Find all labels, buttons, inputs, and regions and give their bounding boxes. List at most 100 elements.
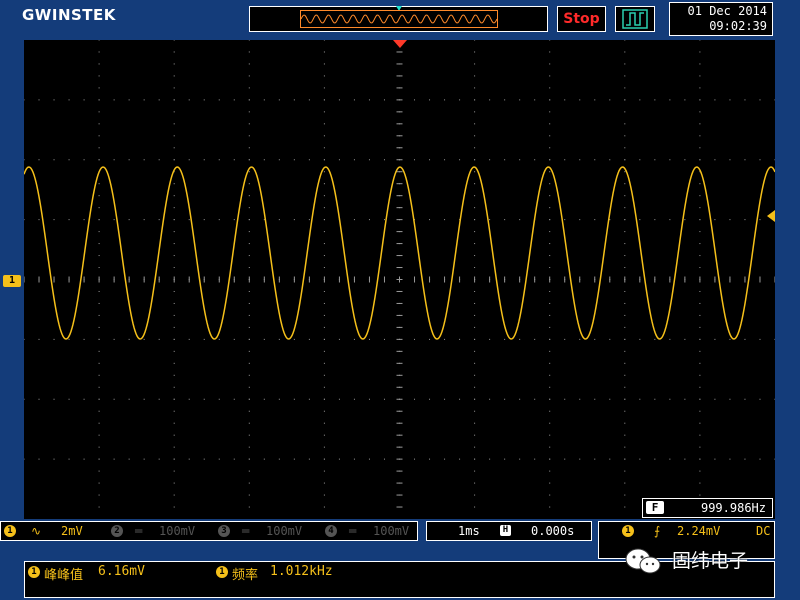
grid-dot — [549, 207, 551, 209]
ch4-indicator[interactable]: 4 — [325, 525, 337, 537]
timebase-scale[interactable]: 1ms — [458, 522, 480, 540]
grid-dot — [699, 422, 701, 424]
grid-dot — [624, 219, 626, 221]
trigger-slope-icon: ⨍ — [654, 524, 661, 538]
grid-dot — [474, 494, 476, 496]
grid-dot — [323, 302, 325, 304]
grid-dot — [233, 99, 235, 101]
grid-dot — [248, 326, 250, 328]
grid-dot — [98, 410, 100, 412]
ch1-indicator[interactable]: 1 — [4, 525, 16, 537]
grid-dot — [444, 398, 446, 400]
waveform-display[interactable] — [23, 39, 776, 519]
grid-dot — [323, 267, 325, 269]
trigger-source-indicator[interactable]: 1 — [622, 525, 634, 537]
grid-dot — [323, 374, 325, 376]
grid-dot — [323, 135, 325, 137]
grid-dot — [549, 135, 551, 137]
datetime-display: 01 Dec 2014 09:02:39 — [669, 2, 773, 36]
ch3-scale[interactable]: 100mV — [266, 522, 302, 540]
ch3-indicator[interactable]: 3 — [218, 525, 230, 537]
grid-dot — [549, 123, 551, 125]
grid-dot — [549, 75, 551, 77]
grid-dot — [248, 374, 250, 376]
ch1-scale[interactable]: 2mV — [61, 522, 83, 540]
grid-dot — [383, 159, 385, 161]
grid-dot — [549, 434, 551, 436]
grid-dot — [68, 159, 70, 161]
grid-dot — [609, 458, 611, 460]
ch4-scale[interactable]: 100mV — [373, 522, 409, 540]
grid-dot — [323, 39, 325, 41]
grid-dot — [699, 446, 701, 448]
grid-dot — [353, 398, 355, 400]
grid-dot — [23, 219, 25, 221]
grid-dot — [203, 398, 205, 400]
grid-dot — [504, 458, 506, 460]
grid-dot — [203, 99, 205, 101]
ch1-ground-marker[interactable]: 1 — [3, 275, 21, 287]
grid-dot — [624, 183, 626, 185]
run-stop-button[interactable]: Stop — [557, 6, 606, 32]
grid-dot — [549, 374, 551, 376]
trigger-level-marker[interactable] — [767, 210, 775, 222]
grid-dot — [474, 75, 476, 77]
grid-dot — [98, 243, 100, 245]
grid-dot — [699, 183, 701, 185]
grid-dot — [53, 159, 55, 161]
grid-dot — [23, 338, 25, 340]
trigger-level[interactable]: 2.24mV — [677, 522, 720, 540]
grid-dot — [699, 386, 701, 388]
measurement-1-source: 1 — [28, 566, 40, 578]
grid-dot — [218, 398, 220, 400]
grid-dot — [173, 51, 175, 53]
grid-dot — [173, 135, 175, 137]
grid-dot — [98, 135, 100, 137]
grid-dot — [549, 195, 551, 197]
grid-dot — [323, 494, 325, 496]
grid-dot — [143, 398, 145, 400]
grid-dot — [323, 51, 325, 53]
grid-dot — [98, 290, 100, 292]
timebase-position[interactable]: 0.000s — [531, 522, 574, 540]
ch2-scale[interactable]: 100mV — [159, 522, 195, 540]
grid-dot — [293, 398, 295, 400]
grid-dot — [534, 458, 536, 460]
waveform-overview[interactable] — [249, 6, 548, 32]
grid-dot — [323, 123, 325, 125]
grid-dot — [38, 219, 40, 221]
timebase-panel[interactable]: 1ms H 0.000s — [426, 521, 592, 541]
grid-dot — [474, 135, 476, 137]
grid-dot — [98, 494, 100, 496]
grid-dot — [549, 314, 551, 316]
grid-dot — [158, 99, 160, 101]
grid-dot — [714, 458, 716, 460]
grid-dot — [609, 99, 611, 101]
grid-dot — [263, 338, 265, 340]
grid-dot — [624, 314, 626, 316]
grid-dot — [774, 458, 776, 460]
trigger-mode-button[interactable] — [615, 6, 655, 32]
grid-dot — [293, 219, 295, 221]
ch2-indicator[interactable]: 2 — [111, 525, 123, 537]
grid-dot — [173, 446, 175, 448]
grid-dot — [173, 482, 175, 484]
trigger-position-marker[interactable] — [393, 40, 407, 48]
grid-dot — [414, 458, 416, 460]
grid-dot — [323, 111, 325, 113]
grid-dot — [549, 482, 551, 484]
grid-dot — [684, 458, 686, 460]
trigger-coupling[interactable]: DC — [756, 522, 770, 540]
grid-dot — [368, 219, 370, 221]
grid-dot — [173, 87, 175, 89]
grid-dot — [248, 338, 250, 340]
grid-dot — [338, 458, 340, 460]
grid-dot — [248, 63, 250, 65]
grid-dot — [744, 219, 746, 221]
grid-dot — [233, 219, 235, 221]
grid-dot — [639, 338, 641, 340]
grid-dot — [23, 458, 25, 460]
grid-dot — [98, 422, 100, 424]
grid-dot — [113, 159, 115, 161]
grid-dot — [143, 458, 145, 460]
